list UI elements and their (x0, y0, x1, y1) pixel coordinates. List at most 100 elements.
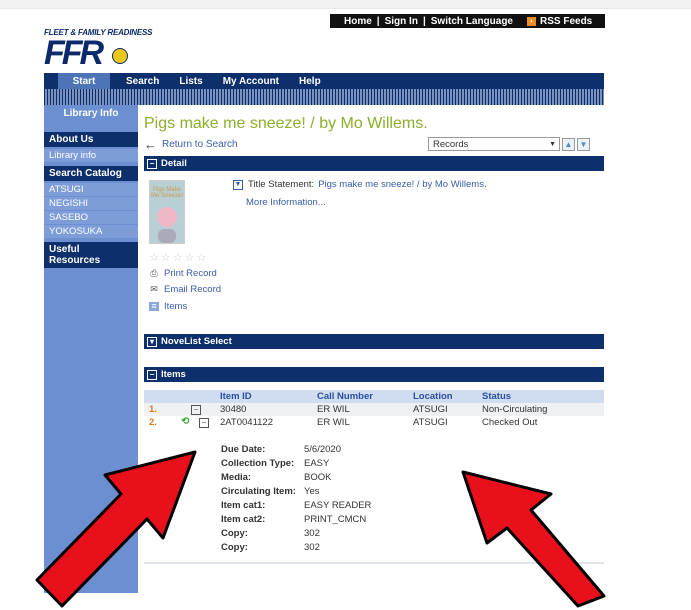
call-number: ER WIL (317, 417, 350, 428)
rating-stars[interactable]: ☆☆☆☆☆ (149, 251, 208, 264)
detail-header-label: Detail (161, 158, 187, 169)
separator: | (376, 15, 380, 27)
detail-value: 5/6/2020 (304, 444, 341, 455)
column-header-item-id[interactable]: Item ID (220, 391, 252, 402)
sidebar-item-negishi[interactable]: NEGISHI (44, 197, 138, 211)
items-header-label: Items (161, 369, 186, 380)
expand-toggle-icon[interactable]: ▼ (233, 179, 243, 190)
elephant-illustration (158, 229, 176, 243)
detail-value: EASY (304, 458, 330, 469)
items-icon: ≡ (149, 302, 159, 311)
page-title: Pigs make me sneeze! / by Mo Willems. (144, 115, 428, 132)
table-header: Item ID Call Number Location Status (144, 390, 604, 403)
detail-row-copy: Copy: 302 (144, 542, 604, 556)
detail-row-copy: Copy: 302 (144, 528, 604, 542)
email-record-label: Email Record (164, 284, 222, 295)
printer-icon: ⎙ (150, 268, 158, 278)
separator: | (422, 15, 426, 27)
title-statement: ▼ Title Statement: Pigs make me sneeze! … (233, 179, 487, 190)
return-label: Return to Search (162, 139, 238, 150)
sidebar-item-useful-resources[interactable]: Useful Resources (44, 242, 138, 268)
detail-row-collection-type: Collection Type: EASY (144, 458, 604, 472)
detail-label: Collection Type: (221, 458, 295, 469)
arrow-down-icon: ▼ (579, 139, 588, 149)
column-header-status[interactable]: Status (482, 391, 511, 402)
collapse-row-icon[interactable]: − (199, 418, 209, 428)
detail-value: Yes (304, 486, 320, 497)
detail-row-due-date: Due Date: 5/6/2020 (144, 444, 604, 458)
detail-label: Item cat2: (221, 514, 266, 525)
items-table: Item ID Call Number Location Status 1. −… (144, 390, 604, 429)
table-row[interactable]: 2. ⟲ − 2AT0041122 ER WIL ATSUGI Checked … (144, 416, 604, 429)
sign-in-link[interactable]: Sign In (385, 16, 418, 27)
collapse-row-icon[interactable]: − (191, 405, 201, 415)
next-record-button[interactable]: ▼ (577, 137, 590, 151)
nav-start[interactable]: Start (58, 73, 110, 89)
item-id: 2AT0041122 (220, 417, 273, 428)
place-hold-icon[interactable]: ⟲ (181, 416, 189, 427)
column-header-location[interactable]: Location (413, 391, 453, 402)
pig-illustration (157, 207, 177, 227)
records-select-value: Records (433, 138, 469, 150)
detail-row-circulating: Circulating Item: Yes (144, 486, 604, 500)
main-nav: Start Search Lists My Account Help (44, 73, 604, 89)
nav-search[interactable]: Search (126, 76, 159, 87)
nav-help[interactable]: Help (299, 76, 321, 87)
row-number: 2. (149, 417, 157, 428)
items-link[interactable]: ≡ Items (149, 301, 187, 312)
chevron-down-icon: ▼ (549, 140, 556, 148)
status: Non-Circulating (482, 404, 548, 415)
sidebar-heading-about-us: About Us (44, 132, 138, 147)
switch-language-link[interactable]: Switch Language (431, 16, 513, 27)
back-arrow-icon: ← (144, 137, 157, 152)
detail-value: 302 (304, 542, 320, 553)
star-icon (112, 48, 128, 64)
title-statement-value: Pigs make me sneeze! / by Mo Willems. (318, 179, 487, 190)
records-navigator: Records ▼ ▲ ▼ (428, 137, 590, 151)
detail-label: Copy: (221, 528, 248, 539)
sidebar-item-sasebo[interactable]: SASEBO (44, 211, 138, 225)
browser-top-strip (0, 0, 691, 9)
status: Checked Out (482, 417, 538, 428)
item-details: Due Date: 5/6/2020 Collection Type: EASY… (144, 444, 604, 556)
previous-record-button[interactable]: ▲ (562, 137, 575, 151)
nav-my-account[interactable]: My Account (223, 76, 279, 87)
novelist-section-header[interactable]: ▾ NoveList Select (144, 334, 604, 349)
detail-label: Copy: (221, 542, 248, 553)
rss-feeds-link[interactable]: ◗ RSS Feeds (527, 15, 593, 27)
table-row[interactable]: 1. − 30480 ER WIL ATSUGI Non-Circulating (144, 403, 604, 416)
detail-row-item-cat2: Item cat2: PRINT_CMCN (144, 514, 604, 528)
sidebar-heading-search-catalog: Search Catalog (44, 166, 138, 181)
ffr-logo[interactable]: FLEET & FAMILY READINESS FFR (44, 28, 152, 72)
row-number: 1. (149, 404, 157, 415)
detail-value: PRINT_CMCN (304, 514, 367, 525)
sidebar-item-library-info[interactable]: Library info (44, 149, 138, 163)
rss-label: RSS Feeds (540, 15, 593, 27)
detail-label: Circulating Item: (221, 486, 296, 497)
sidebar-item-yokosuka[interactable]: YOKOSUKA (44, 225, 138, 239)
more-information-link[interactable]: More Information... (246, 197, 326, 208)
home-link[interactable]: Home (344, 16, 372, 27)
return-to-search-link[interactable]: ← Return to Search (144, 137, 238, 152)
column-header-call-number[interactable]: Call Number (317, 391, 373, 402)
sidebar-tab-library-info[interactable]: Library Info (44, 105, 138, 122)
print-record-link[interactable]: ⎙ Print Record (149, 268, 216, 279)
sidebar: Library Info About Us Library info Searc… (44, 105, 138, 593)
logo-letters: FFR (44, 34, 104, 72)
call-number: ER WIL (317, 404, 350, 415)
detail-label: Due Date: (221, 444, 266, 455)
email-record-link[interactable]: ✉ Email Record (149, 284, 221, 295)
nav-lists[interactable]: Lists (179, 76, 202, 87)
detail-section-header[interactable]: − Detail (144, 156, 604, 171)
location: ATSUGI (413, 404, 448, 415)
detail-value: EASY READER (304, 500, 372, 511)
table-bottom-border (144, 562, 604, 564)
sidebar-item-atsugi[interactable]: ATSUGI (44, 183, 138, 197)
records-select[interactable]: Records ▼ (428, 137, 560, 151)
book-cover-image[interactable]: Pigs Make Me Sneeze! (149, 180, 185, 244)
cover-title: Pigs Make Me Sneeze! (150, 187, 184, 199)
items-label: Items (164, 301, 188, 312)
envelope-icon: ✉ (150, 284, 158, 294)
arrow-up-icon: ▲ (564, 139, 573, 149)
items-section-header[interactable]: − Items (144, 367, 604, 382)
